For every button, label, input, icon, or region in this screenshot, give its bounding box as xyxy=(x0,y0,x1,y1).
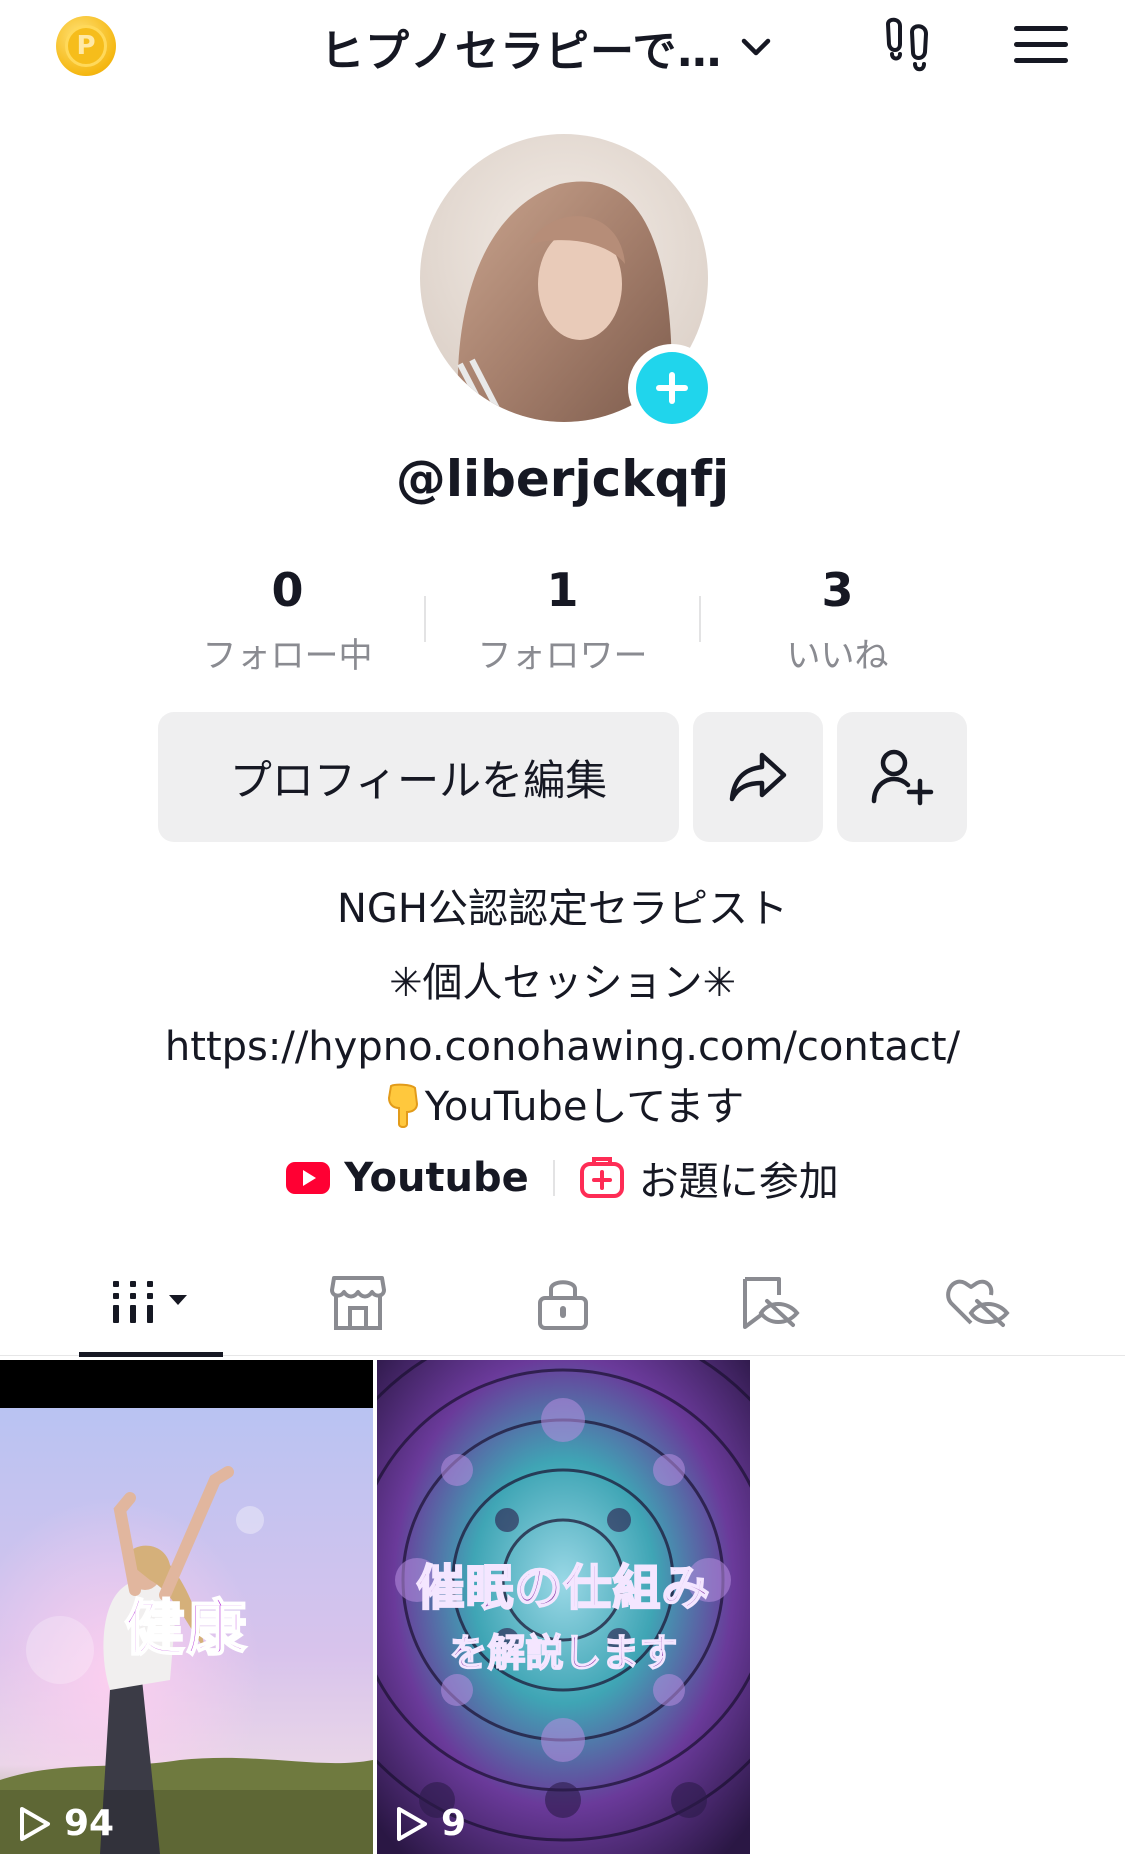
youtube-link[interactable]: Youtube xyxy=(286,1155,529,1201)
lock-icon xyxy=(538,1280,588,1330)
stat-followers[interactable]: 1 フォロワー xyxy=(424,560,700,680)
content-tabs xyxy=(0,1250,1125,1357)
bio-link[interactable]: https://hypno.conohawing.com/contact/ xyxy=(0,1024,1125,1070)
profile-stats: 0 フォロー中 1 フォロワー 3 いいね xyxy=(150,560,975,680)
add-story-button[interactable] xyxy=(628,344,716,432)
topic-label: お題に参加 xyxy=(638,1159,839,1205)
heart-hidden-icon xyxy=(946,1279,1010,1327)
view-count: 94 xyxy=(18,1803,114,1844)
tab-liked[interactable] xyxy=(930,1250,1026,1356)
chevron-down-icon xyxy=(742,38,771,56)
username: @liberjckqfj xyxy=(395,450,730,508)
stat-value: 0 xyxy=(271,563,304,617)
footprint-icon[interactable] xyxy=(878,14,940,76)
stat-label: フォロー中 xyxy=(202,636,373,676)
edit-profile-button[interactable]: プロフィールを編集 xyxy=(158,712,679,842)
tab-videos[interactable] xyxy=(79,1250,223,1356)
stat-label: フォロワー xyxy=(477,636,648,676)
stat-value: 3 xyxy=(821,563,854,617)
video-thumbnail[interactable]: 催眠の仕組み を解説します 9 xyxy=(377,1360,750,1854)
view-count-value: 9 xyxy=(441,1803,467,1844)
join-topic-link[interactable]: お題に参加 xyxy=(579,1149,839,1207)
video-caption-sub: を解説します xyxy=(449,1629,679,1676)
share-icon xyxy=(729,752,787,802)
bookmark-hidden-icon xyxy=(743,1277,800,1329)
link-divider xyxy=(552,1160,555,1196)
youtube-icon xyxy=(286,1162,331,1194)
add-friend-button[interactable] xyxy=(837,712,967,842)
tab-private[interactable] xyxy=(515,1250,611,1356)
stat-divider xyxy=(424,596,426,642)
stat-likes[interactable]: 3 いいね xyxy=(699,560,975,680)
bio-line-youtube: YouTubeしてます xyxy=(0,1074,1125,1132)
video-grid: 健康 94 催眠の仕組み を解説します 9 xyxy=(0,1360,1125,1868)
shop-icon xyxy=(330,1276,386,1330)
account-switcher[interactable]: ヒプノセラピーで… xyxy=(320,12,776,82)
video-caption: 催眠の仕組み xyxy=(415,1559,711,1617)
tab-favorites[interactable] xyxy=(722,1250,818,1356)
topic-add-icon xyxy=(579,1157,624,1198)
edit-profile-label: プロフィールを編集 xyxy=(229,755,608,805)
coin-icon[interactable]: P xyxy=(56,16,116,76)
tab-shop[interactable] xyxy=(310,1250,406,1356)
video-thumbnail[interactable]: 健康 94 xyxy=(0,1360,373,1854)
play-icon xyxy=(397,1806,427,1841)
bio-line: YouTubeしてます xyxy=(424,1084,745,1130)
active-tab-indicator xyxy=(79,1352,223,1357)
view-count: 9 xyxy=(395,1803,466,1844)
view-count-value: 94 xyxy=(64,1803,115,1844)
youtube-label: Youtube xyxy=(344,1155,529,1201)
grid-icon xyxy=(113,1281,187,1323)
profile-avatar-container xyxy=(420,134,716,432)
plus-icon xyxy=(656,372,688,404)
account-name: ヒプノセラピーで… xyxy=(320,26,723,77)
stat-following[interactable]: 0 フォロー中 xyxy=(150,560,425,680)
profile-links: Youtube お題に参加 xyxy=(0,1148,1125,1208)
video-caption: 健康 xyxy=(124,1593,249,1665)
stat-value: 1 xyxy=(546,563,579,617)
add-friend-icon xyxy=(871,749,934,806)
pointing-down-icon xyxy=(387,1083,418,1128)
stat-label: いいね xyxy=(786,636,889,676)
top-bar: P ヒプノセラピーで… xyxy=(0,0,1125,100)
share-profile-button[interactable] xyxy=(693,712,823,842)
bio-line: ✳︎個人セッション✳︎ xyxy=(388,960,737,1006)
stat-divider xyxy=(699,596,701,642)
bio-line: NGH公認認定セラピスト xyxy=(337,886,788,932)
play-icon xyxy=(20,1806,50,1841)
hamburger-menu-icon[interactable] xyxy=(1012,20,1070,70)
